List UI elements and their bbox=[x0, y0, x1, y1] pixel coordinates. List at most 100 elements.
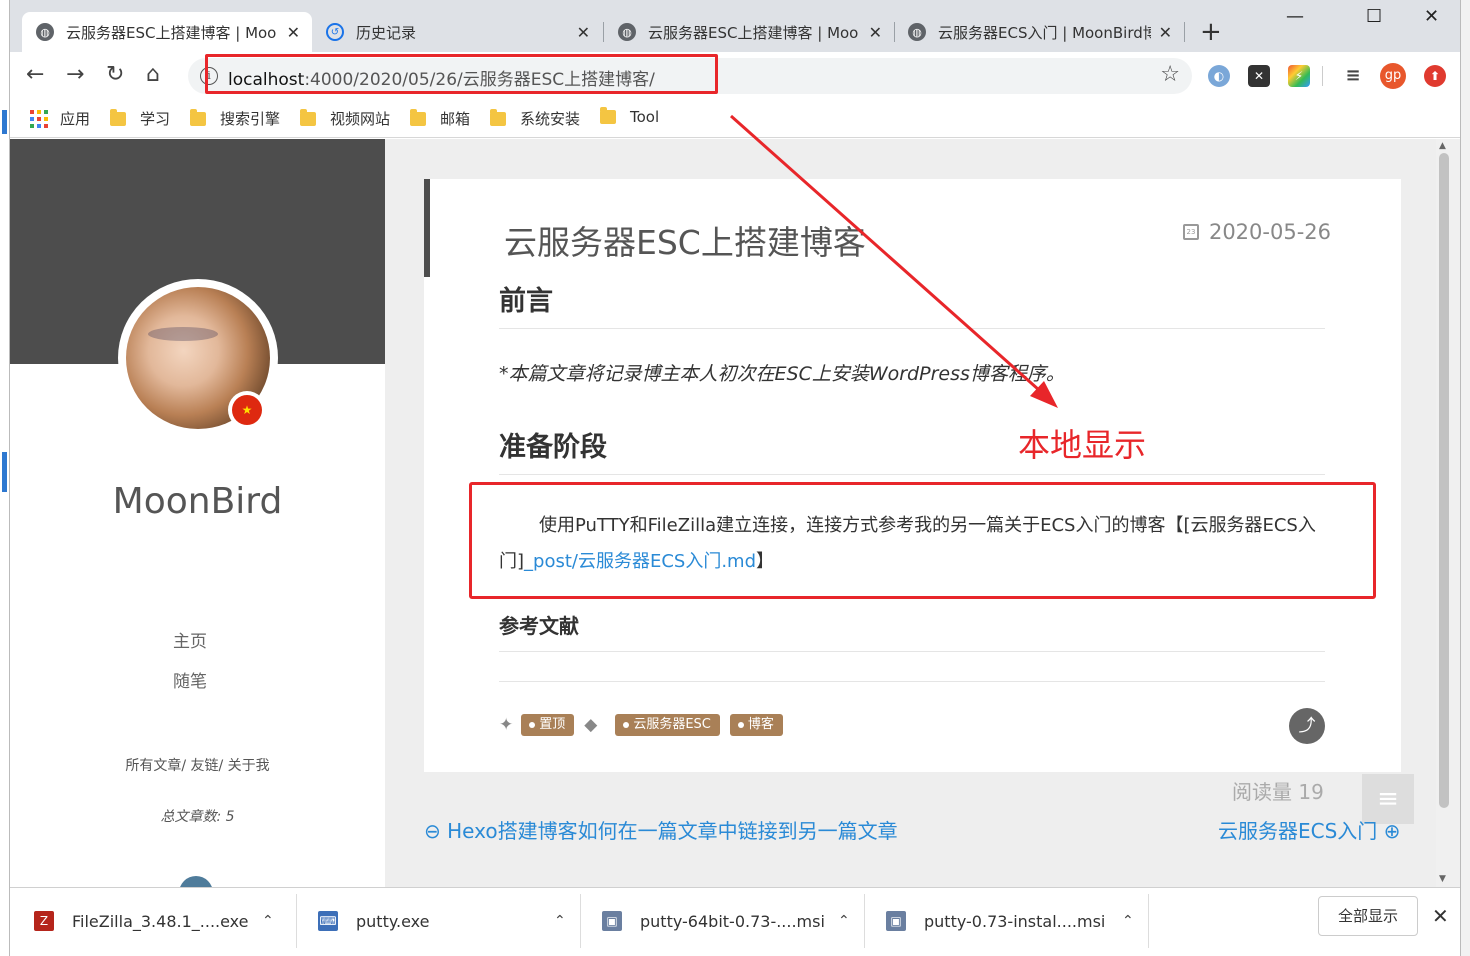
tab-ecs-intro[interactable]: ◍ 云服务器ECS入门 | MoonBird博 ✕ bbox=[894, 12, 1184, 52]
heading-preparation: 准备阶段 bbox=[499, 425, 1325, 475]
update-icon[interactable]: ⬆ bbox=[1424, 65, 1446, 87]
article-count: 总文章数: 5 bbox=[10, 806, 385, 826]
bookmark-label: 应用 bbox=[60, 110, 91, 128]
download-item[interactable]: ▣ putty-0.73-instal....msi ⌃ bbox=[886, 888, 1146, 954]
extension-x-icon[interactable]: ✕ bbox=[1248, 65, 1270, 87]
article-count-value: 5 bbox=[225, 809, 235, 825]
calendar-icon: 23 bbox=[1182, 224, 1199, 240]
tab-close-icon[interactable]: ✕ bbox=[869, 23, 882, 42]
background-window-edge-right bbox=[1461, 0, 1470, 956]
content-highlight-box bbox=[469, 482, 1376, 599]
tag-pinned[interactable]: 置顶 bbox=[521, 714, 575, 736]
folder-icon bbox=[410, 108, 426, 126]
url-highlight-box bbox=[205, 54, 718, 94]
share-icon[interactable]: ⤴ bbox=[1289, 708, 1325, 744]
tab-title: 历史记录 bbox=[356, 23, 417, 42]
media-queue-icon[interactable]: ≡ bbox=[1342, 65, 1364, 87]
author-avatar[interactable]: ★ bbox=[118, 279, 278, 437]
tag-blog[interactable]: 博客 bbox=[729, 714, 783, 736]
bookmark-apps[interactable]: 应用 bbox=[30, 108, 90, 129]
bookmark-label: 系统安装 bbox=[520, 110, 581, 128]
scroll-up-icon[interactable]: ▲ bbox=[1439, 141, 1446, 151]
download-separator bbox=[580, 894, 581, 948]
bookmark-folder-study[interactable]: 学习 bbox=[110, 108, 170, 129]
next-arrow-icon: ⊕ bbox=[1377, 819, 1401, 843]
download-filename: FileZilla_3.48.1_....exe bbox=[72, 911, 249, 931]
intro-text: *本篇文章将记录博主本人初次在ESC上安装WordPress博客程序。 bbox=[499, 363, 1065, 385]
download-separator bbox=[1148, 894, 1149, 948]
extension-sync-icon[interactable]: ◐ bbox=[1208, 65, 1230, 87]
new-tab-button[interactable]: + bbox=[1200, 18, 1222, 46]
prev-post-link[interactable]: ⊖ Hexo搭建博客如何在一篇文章中链接到另一篇文章 bbox=[424, 815, 898, 844]
show-all-downloads-button[interactable]: 全部显示 bbox=[1318, 896, 1418, 936]
globe-icon: ◍ bbox=[618, 23, 636, 41]
profile-avatar[interactable]: gp bbox=[1380, 63, 1406, 89]
chevron-up-icon[interactable]: ⌃ bbox=[1122, 913, 1134, 929]
download-item[interactable]: ⌨ putty.exe ⌃ bbox=[318, 888, 578, 954]
background-window-fragment bbox=[2, 110, 7, 134]
chevron-up-icon[interactable]: ⌃ bbox=[838, 913, 850, 929]
background-window-edge bbox=[0, 0, 9, 956]
bookmark-folder-mail[interactable]: 邮箱 bbox=[410, 108, 470, 129]
download-separator bbox=[296, 894, 297, 948]
tab-strip: ◍ 云服务器ESC上搭建博客 | Moo ✕ ↺ 历史记录 ✕ ◍ 云服务器ES… bbox=[10, 0, 1460, 52]
tab-title: 云服务器ESC上搭建博客 | Moo bbox=[66, 23, 277, 42]
bookmark-star-icon[interactable]: ☆ bbox=[1160, 62, 1180, 87]
scroll-down-icon[interactable]: ▼ bbox=[1439, 874, 1446, 884]
heading-references: 参考文献 bbox=[499, 610, 1325, 652]
apps-grid-icon bbox=[30, 109, 48, 128]
scrollbar-thumb[interactable] bbox=[1439, 153, 1449, 808]
tab-close-icon[interactable]: ✕ bbox=[577, 23, 590, 42]
msi-file-icon: ▣ bbox=[886, 911, 906, 931]
reload-button[interactable]: ↻ bbox=[106, 62, 124, 88]
forward-button[interactable]: → bbox=[66, 62, 84, 88]
tab-close-icon[interactable]: ✕ bbox=[1159, 23, 1172, 42]
globe-icon: ◍ bbox=[908, 23, 926, 41]
tab-history[interactable]: ↺ 历史记录 ✕ bbox=[312, 12, 602, 52]
tab-separator bbox=[1184, 22, 1185, 42]
tab-close-icon[interactable]: ✕ bbox=[287, 23, 300, 42]
site-name[interactable]: MoonBird bbox=[10, 481, 385, 522]
tab-title: 云服务器ECS入门 | MoonBird博 bbox=[938, 23, 1151, 42]
minimize-button[interactable]: — bbox=[1286, 6, 1304, 27]
extension-color-icon[interactable]: ⚡ bbox=[1288, 65, 1310, 87]
sidebar-social-button[interactable] bbox=[179, 876, 213, 887]
home-button[interactable]: ⌂ bbox=[146, 62, 160, 88]
download-filename: putty-64bit-0.73-....msi bbox=[640, 911, 825, 931]
maximize-button[interactable]: ☐ bbox=[1366, 6, 1382, 27]
nav-home[interactable]: 主页 bbox=[10, 627, 370, 652]
bookmark-folder-search[interactable]: 搜索引擎 bbox=[190, 108, 280, 129]
bookmark-folder-video[interactable]: 视频网站 bbox=[300, 108, 390, 129]
article-title: 云服务器ESC上搭建博客 bbox=[504, 223, 866, 262]
download-item[interactable]: ▣ putty-64bit-0.73-....msi ⌃ bbox=[602, 888, 862, 954]
nav-notes[interactable]: 随笔 bbox=[10, 667, 370, 692]
folder-icon bbox=[190, 108, 206, 126]
read-count: 阅读量 19 bbox=[1232, 780, 1324, 804]
download-separator bbox=[864, 894, 865, 948]
tag-cloud-server[interactable]: 云服务器ESC bbox=[615, 714, 720, 736]
bookmarks-bar: 应用 学习 搜索引擎 视频网站 邮箱 系统安装 Tool bbox=[10, 100, 1460, 138]
annotation-label: 本地显示 bbox=[1018, 426, 1147, 464]
tab-active[interactable]: ◍ 云服务器ESC上搭建博客 | Moo ✕ bbox=[22, 12, 312, 52]
chevron-up-icon[interactable]: ⌃ bbox=[554, 913, 566, 929]
bookmark-label: 搜索引擎 bbox=[220, 110, 281, 128]
page-scrollbar[interactable]: ▲ ▼ bbox=[1436, 139, 1460, 887]
bookmark-label: 邮箱 bbox=[440, 110, 471, 128]
sidebar-links[interactable]: 所有文章/ 友链/ 关于我 bbox=[10, 755, 385, 775]
back-button[interactable]: ← bbox=[26, 62, 44, 88]
folder-icon bbox=[490, 108, 506, 126]
next-post-link[interactable]: 云服务器ECS入门 ⊕ bbox=[1218, 815, 1400, 844]
bookmark-folder-system[interactable]: 系统安装 bbox=[490, 108, 580, 129]
downloads-close-icon[interactable]: ✕ bbox=[1432, 904, 1449, 928]
download-item[interactable]: Z FileZilla_3.48.1_....exe ⌃ bbox=[34, 888, 294, 954]
article-card: 云服务器ESC上搭建博客 23 2020-05-26 前言 *本篇文章将记录博主… bbox=[424, 179, 1401, 772]
chevron-up-icon[interactable]: ⌃ bbox=[262, 913, 274, 929]
filezilla-file-icon: Z bbox=[34, 911, 54, 931]
next-post-title: 云服务器ECS入门 bbox=[1218, 819, 1378, 843]
title-accent-bar bbox=[424, 179, 430, 277]
globe-icon: ◍ bbox=[36, 23, 54, 41]
tab-blog-duplicate[interactable]: ◍ 云服务器ESC上搭建博客 | Moo ✕ bbox=[604, 12, 894, 52]
prev-arrow-icon: ⊖ bbox=[424, 819, 448, 843]
bookmark-folder-tool[interactable]: Tool bbox=[600, 107, 659, 126]
window-close-button[interactable]: ✕ bbox=[1424, 6, 1439, 27]
